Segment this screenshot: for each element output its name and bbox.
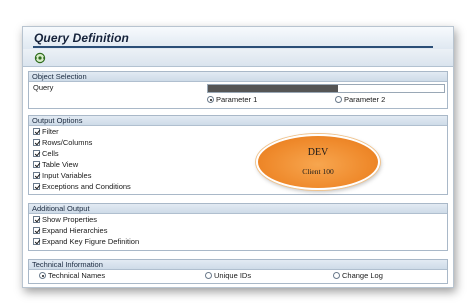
toolbar <box>23 49 453 67</box>
section-heading: Output Options <box>29 116 447 126</box>
title-underline <box>33 46 433 48</box>
query-definition-window: Query Definition Object Selection Query … <box>22 26 454 288</box>
expand-hierarchies-checkbox[interactable]: Expand Hierarchies <box>33 226 107 236</box>
checkbox-checked-icon <box>33 139 40 146</box>
checkbox-label: Input Variables <box>42 171 92 180</box>
section-heading: Technical Information <box>29 260 447 270</box>
checkbox-label: Show Properties <box>42 215 98 224</box>
checkbox-checked-icon <box>33 128 40 135</box>
query-input-value-bar <box>208 85 338 92</box>
section-heading: Additional Output <box>29 204 447 214</box>
parameter-2-radio[interactable]: Parameter 2 <box>335 95 385 105</box>
expand-key-figure-checkbox[interactable]: Expand Key Figure Definition <box>33 237 139 247</box>
checkbox-label: Rows/Columns <box>42 138 93 147</box>
checkbox-checked-icon <box>33 216 40 223</box>
rows-columns-checkbox[interactable]: Rows/Columns <box>33 138 92 148</box>
checkbox-checked-icon <box>33 172 40 179</box>
checkbox-label: Table View <box>42 160 79 169</box>
change-log-label: Change Log <box>342 271 383 280</box>
checkbox-label: Filter <box>42 127 59 136</box>
callout-system: DEV <box>307 147 329 158</box>
object-selection-section: Object Selection Query Parameter 1 Param… <box>28 71 448 109</box>
checkbox-label: Expand Hierarchies <box>42 226 108 235</box>
unique-ids-radio[interactable]: Unique IDs <box>205 271 251 281</box>
unique-ids-label: Unique IDs <box>214 271 252 280</box>
section-heading: Object Selection <box>29 72 447 82</box>
parameter-1-radio[interactable]: Parameter 1 <box>207 95 257 105</box>
radio-unselected-icon <box>205 272 212 279</box>
input-variables-checkbox[interactable]: Input Variables <box>33 171 91 181</box>
exceptions-conditions-checkbox[interactable]: Exceptions and Conditions <box>33 182 131 192</box>
system-callout: DEV Client 100 <box>256 134 380 190</box>
parameter-2-label: Parameter 2 <box>344 95 386 104</box>
title-bar: Query Definition <box>23 27 453 49</box>
show-properties-checkbox[interactable]: Show Properties <box>33 215 97 225</box>
execute-icon[interactable] <box>34 52 46 64</box>
query-input[interactable] <box>207 84 445 93</box>
additional-output-section: Additional Output Show Properties Expand… <box>28 203 448 251</box>
checkbox-label: Exceptions and Conditions <box>42 182 131 191</box>
checkbox-label: Cells <box>42 149 59 158</box>
callout-client: Client 100 <box>302 167 334 176</box>
radio-unselected-icon <box>333 272 340 279</box>
radio-unselected-icon <box>335 96 342 103</box>
checkbox-label: Expand Key Figure Definition <box>42 237 140 246</box>
cells-checkbox[interactable]: Cells <box>33 149 59 159</box>
query-label: Query <box>33 83 54 92</box>
change-log-radio[interactable]: Change Log <box>333 271 383 281</box>
technical-names-label: Technical Names <box>48 271 106 280</box>
checkbox-checked-icon <box>33 183 40 190</box>
radio-selected-icon <box>39 272 46 279</box>
checkbox-checked-icon <box>33 227 40 234</box>
output-options-section: Output Options Filter Rows/Columns Cells… <box>28 115 448 195</box>
checkbox-checked-icon <box>33 150 40 157</box>
technical-names-radio[interactable]: Technical Names <box>39 271 105 281</box>
checkbox-checked-icon <box>33 238 40 245</box>
radio-selected-icon <box>207 96 214 103</box>
technical-information-section: Technical Information Technical Names Un… <box>28 259 448 284</box>
checkbox-checked-icon <box>33 161 40 168</box>
parameter-1-label: Parameter 1 <box>216 95 258 104</box>
table-view-checkbox[interactable]: Table View <box>33 160 78 170</box>
window-title: Query Definition <box>34 31 129 45</box>
filter-checkbox[interactable]: Filter <box>33 127 59 137</box>
